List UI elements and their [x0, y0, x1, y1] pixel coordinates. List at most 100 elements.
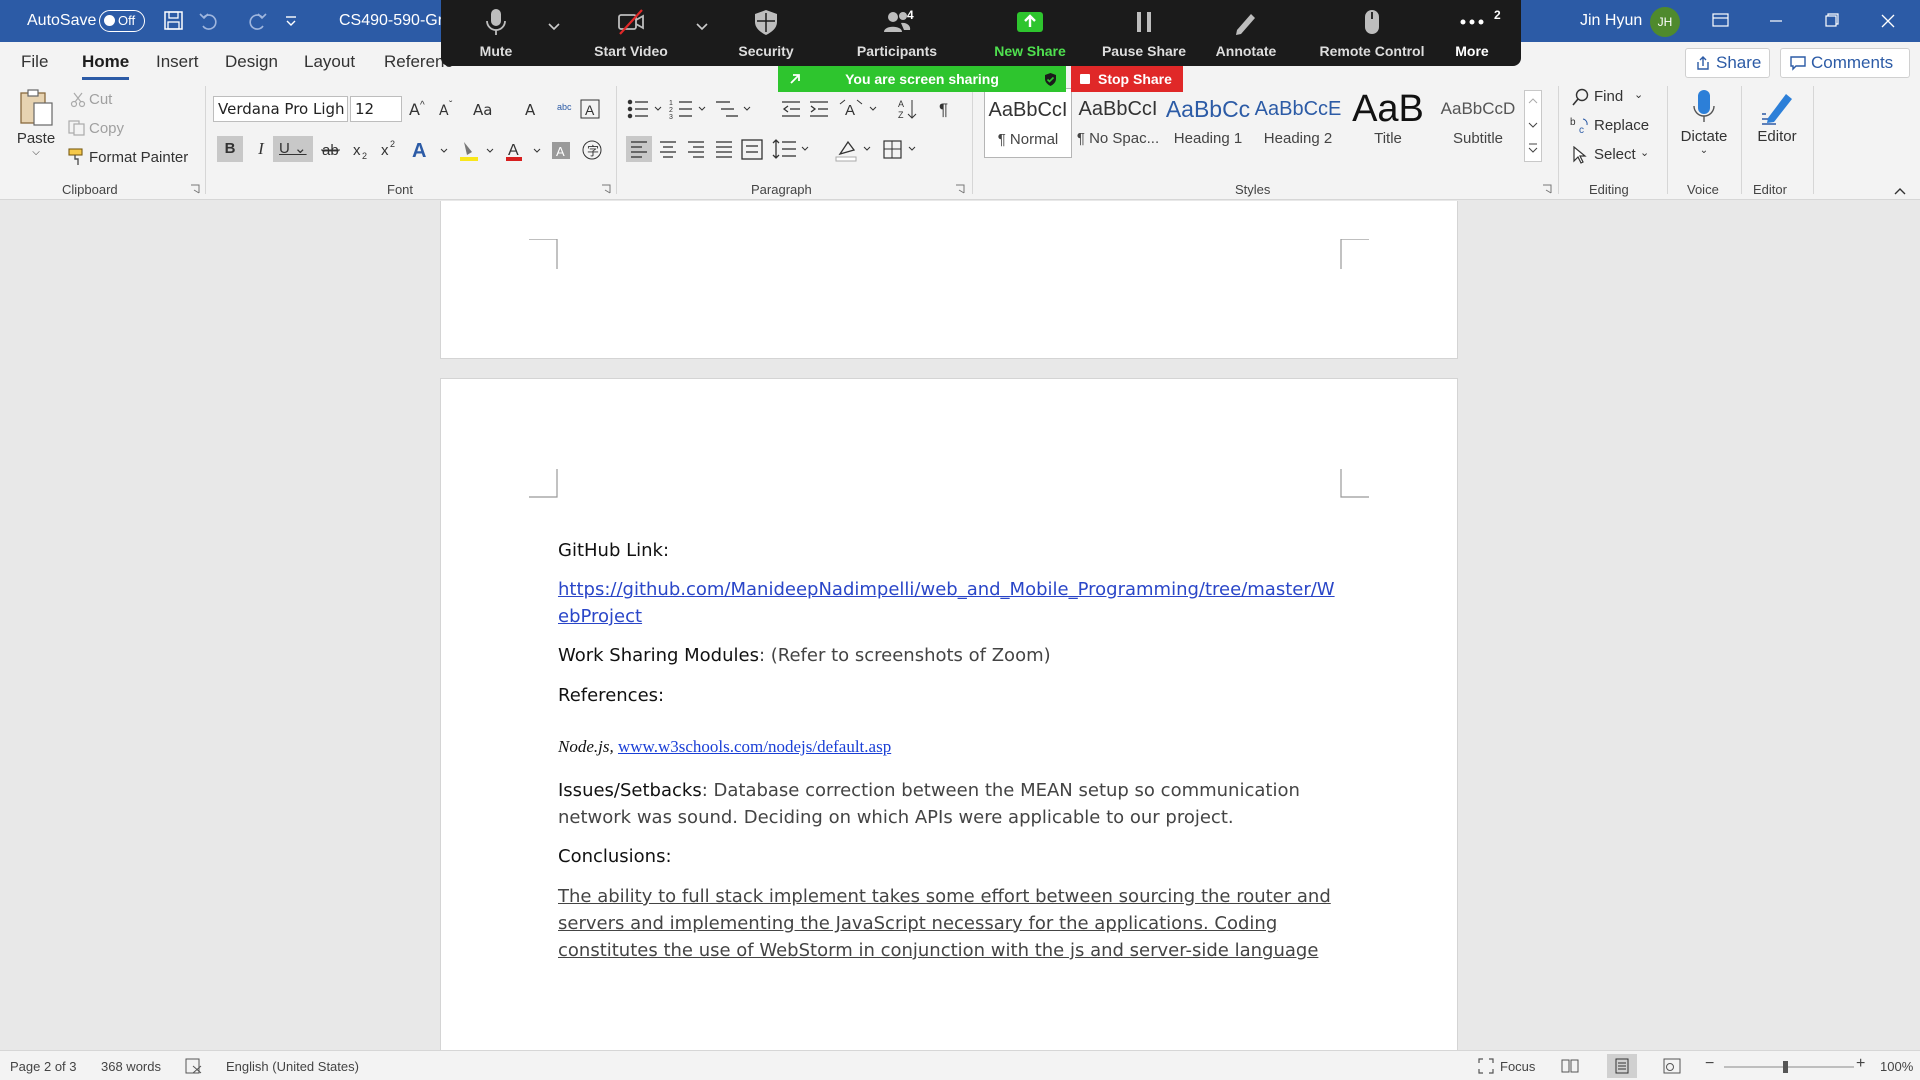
video-options-chevron-icon[interactable] [695, 22, 709, 32]
font-name-combo[interactable]: Verdana Pro Ligh [213, 96, 348, 122]
svg-text:x: x [381, 142, 389, 159]
copy-label[interactable]: Copy [89, 120, 124, 137]
style-heading-1[interactable]: AaBbCc Heading 1 [1164, 88, 1252, 158]
zoom-out-icon[interactable]: − [1705, 1055, 1714, 1073]
issues-paragraph[interactable]: Issues/Setbacks: Database correction bet… [558, 777, 1338, 831]
select-cursor-icon[interactable] [1572, 146, 1588, 164]
avatar[interactable]: JH [1650, 7, 1680, 37]
collapse-banner-icon[interactable] [788, 72, 802, 86]
tab-home[interactable]: Home [82, 52, 130, 80]
tab-file[interactable]: File [21, 52, 48, 72]
work-sharing-paragraph[interactable]: Work Sharing Modules: (Refer to screensh… [558, 642, 1338, 669]
font-dialog-launcher-icon[interactable] [601, 184, 611, 194]
document-title[interactable]: CS490-590-Gro [339, 0, 452, 42]
redo-icon[interactable] [246, 11, 268, 31]
web-layout-icon[interactable] [1663, 1058, 1681, 1074]
replace-label[interactable]: Replace [1594, 117, 1649, 134]
list-tools[interactable]: 123 A AZ ¶ [626, 96, 966, 122]
mute-button[interactable]: Mute [441, 0, 551, 66]
annotate-button[interactable]: Annotate [1191, 0, 1301, 66]
document-area[interactable]: GitHub Link: https://github.com/Manideep… [0, 201, 1920, 1050]
github-link[interactable]: https://github.com/ManideepNadimpelli/we… [558, 579, 1335, 627]
paragraph-dialog-launcher-icon[interactable] [955, 184, 965, 194]
proofing-icon[interactable] [185, 1058, 203, 1074]
security-button[interactable]: Security [711, 0, 821, 66]
start-video-button[interactable]: Start Video [566, 0, 696, 66]
undo-icon[interactable] [198, 11, 220, 31]
user-name[interactable]: Jin Hyun [1580, 0, 1642, 42]
page-1[interactable] [440, 201, 1458, 359]
language-indicator[interactable]: English (United States) [226, 1059, 359, 1074]
select-label[interactable]: Select [1594, 146, 1636, 163]
screen-sharing-banner[interactable]: You are screen sharing [778, 66, 1066, 92]
paste-dropdown-icon[interactable]: ⌵ [13, 147, 59, 158]
remote-control-button[interactable]: Remote Control [1302, 0, 1442, 66]
replace-icon[interactable]: bc [1570, 116, 1590, 134]
customize-qat-icon[interactable] [284, 11, 298, 31]
paste-button[interactable]: Paste ⌵ [13, 88, 59, 172]
format-painter-label[interactable]: Format Painter [89, 149, 188, 166]
dialog-launcher-icon[interactable] [190, 184, 200, 194]
dictate-button[interactable]: Dictate ⌄ [1674, 88, 1734, 156]
find-icon[interactable] [1572, 88, 1590, 106]
select-dropdown-icon[interactable]: ⌄ [1640, 146, 1649, 159]
references-heading[interactable]: References: [558, 682, 1338, 709]
tab-design[interactable]: Design [225, 52, 278, 72]
find-label[interactable]: Find [1594, 88, 1623, 105]
github-link-paragraph[interactable]: https://github.com/ManideepNadimpelli/we… [558, 576, 1338, 630]
tab-insert[interactable]: Insert [156, 52, 199, 72]
cut-label[interactable]: Cut [89, 91, 112, 108]
style-title[interactable]: AaB Title [1344, 88, 1432, 158]
save-icon[interactable] [163, 11, 185, 31]
zoom-level[interactable]: 100% [1880, 1059, 1913, 1074]
pause-share-button[interactable]: Pause Share [1089, 0, 1199, 66]
close-icon[interactable] [1860, 0, 1916, 42]
word-count[interactable]: 368 words [101, 1059, 161, 1074]
clear-format-icon[interactable]: Aabc [555, 98, 605, 120]
focus-label[interactable]: Focus [1500, 1059, 1535, 1074]
zoom-in-icon[interactable]: + [1856, 1055, 1865, 1073]
find-dropdown-icon[interactable]: ⌄ [1634, 88, 1643, 101]
copy-icon[interactable] [68, 120, 86, 136]
style-no-spacing[interactable]: AaBbCcI ¶ No Spac... [1074, 88, 1162, 158]
italic-button[interactable]: I [251, 136, 271, 162]
github-heading[interactable]: GitHub Link: [558, 537, 1338, 564]
new-share-button[interactable]: New Share [975, 0, 1085, 66]
format-painter-icon[interactable] [67, 148, 85, 166]
stop-share-button[interactable]: Stop Share [1071, 66, 1183, 92]
styles-gallery-scroll[interactable] [1524, 90, 1542, 162]
restore-icon[interactable] [1804, 0, 1860, 42]
style-heading-2[interactable]: AaBbCcE Heading 2 [1254, 88, 1342, 158]
participants-button[interactable]: 4 Participants [837, 0, 957, 66]
editor-button[interactable]: Editor [1748, 88, 1806, 145]
style-normal[interactable]: AaBbCcI ¶ Normal [984, 88, 1072, 158]
bold-button[interactable]: B [217, 136, 243, 162]
share-button[interactable]: Share [1685, 48, 1770, 78]
font-size-combo[interactable]: 12 [350, 96, 402, 122]
dictate-dropdown-icon[interactable]: ⌄ [1674, 145, 1734, 156]
font-effects-toolbar[interactable]: ab x2 x2 A A A 字 [320, 138, 620, 162]
ribbon-display-options-icon[interactable] [1692, 0, 1748, 42]
reference-entry[interactable]: Node.js, www.w3schools.com/nodejs/defaul… [558, 733, 1338, 760]
alignment-tools[interactable] [626, 136, 926, 162]
zoom-slider[interactable] [1724, 1061, 1854, 1073]
focus-icon[interactable] [1478, 1058, 1494, 1074]
font-size-tools[interactable]: A ^ Aˇ Aa A [405, 98, 555, 120]
tab-layout[interactable]: Layout [304, 52, 355, 72]
minimize-icon[interactable] [1748, 0, 1804, 42]
reference-link[interactable]: www.w3schools.com/nodejs/default.asp [618, 737, 891, 756]
autosave-toggle[interactable]: Off [99, 10, 145, 32]
cut-icon[interactable] [70, 92, 86, 108]
page-indicator[interactable]: Page 2 of 3 [10, 1059, 77, 1074]
styles-dialog-launcher-icon[interactable] [1542, 184, 1552, 194]
comments-button[interactable]: Comments [1780, 48, 1910, 78]
style-subtitle[interactable]: AaBbCcD Subtitle [1434, 88, 1522, 158]
conclusions-heading[interactable]: Conclusions: [558, 843, 1338, 870]
audio-options-chevron-icon[interactable] [547, 22, 561, 32]
underline-button[interactable]: U ⌄ [273, 136, 313, 162]
conclusions-paragraph[interactable]: The ability to full stack implement take… [558, 883, 1338, 964]
print-layout-button[interactable] [1607, 1054, 1637, 1078]
collapse-ribbon-icon[interactable] [1893, 186, 1907, 196]
more-button[interactable]: 2 More [1427, 0, 1517, 66]
read-mode-icon[interactable] [1561, 1058, 1579, 1074]
